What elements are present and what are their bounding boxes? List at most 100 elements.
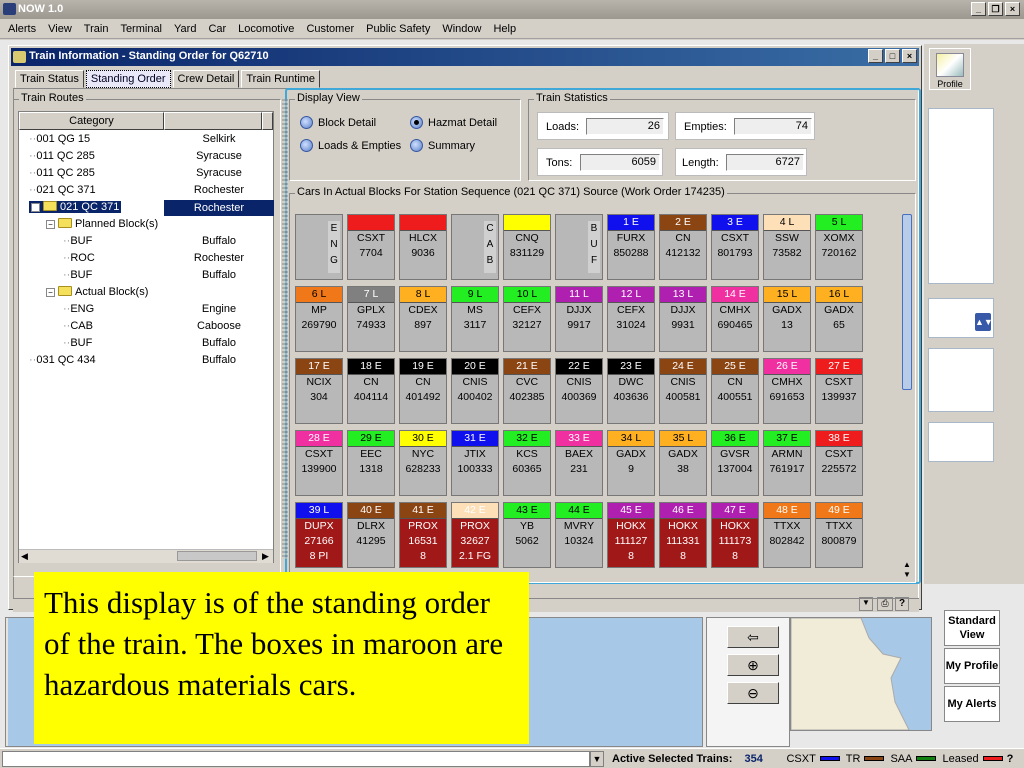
my-alerts-button[interactable]: My Alerts xyxy=(944,686,1000,722)
route-tree-row[interactable]: ··BUF Buffalo xyxy=(19,234,273,251)
route-tree-row[interactable]: ··BUF Buffalo xyxy=(19,336,273,353)
car-box[interactable]: 34 L GADX 9 xyxy=(607,430,655,496)
window-maximize-icon[interactable]: □ xyxy=(885,49,900,63)
car-box[interactable]: 33 E BAEX 231 xyxy=(555,430,603,496)
right-panel-dropdown[interactable]: ▲▼ xyxy=(928,298,994,338)
car-box[interactable]: 27 E CSXT 139937 xyxy=(815,358,863,424)
car-box[interactable]: 20 E CNIS 400402 xyxy=(451,358,499,424)
radio-block-detail[interactable]: Block Detail xyxy=(300,116,376,129)
collapse-icon[interactable]: − xyxy=(46,220,55,229)
scroll-left-icon[interactable]: ◀ xyxy=(21,551,28,562)
menu-locomotive[interactable]: Locomotive xyxy=(232,23,300,35)
route-tree-row[interactable]: ··ENG Engine xyxy=(19,302,273,319)
car-box[interactable]: CNQ 831129 xyxy=(503,214,551,280)
car-box[interactable]: 18 E CN 404114 xyxy=(347,358,395,424)
radio-hazmat-detail[interactable]: Hazmat Detail xyxy=(410,116,497,129)
status-dropdown-icon[interactable]: ▼ xyxy=(590,750,604,767)
car-box[interactable]: 13 L DJJX 9931 xyxy=(659,286,707,352)
bottom-dropdown-icon[interactable]: ▼ xyxy=(859,597,873,611)
car-box[interactable]: CSXT 7704 xyxy=(347,214,395,280)
car-box[interactable]: 25 E CN 400551 xyxy=(711,358,759,424)
scroll-right-icon[interactable]: ▶ xyxy=(262,551,269,562)
standard-view-button[interactable]: Standard View xyxy=(944,610,1000,646)
menu-car[interactable]: Car xyxy=(202,23,232,35)
hazmat-car-box[interactable]: 39 L DUPX 27166 8 PI xyxy=(295,502,343,568)
car-box[interactable]: 6 L MP 269790 xyxy=(295,286,343,352)
car-box[interactable]: 28 E CSXT 139900 xyxy=(295,430,343,496)
car-box[interactable]: 9 L MS 3117 xyxy=(451,286,499,352)
car-box[interactable]: 43 E YB 5062 xyxy=(503,502,551,568)
zoom-in-icon[interactable]: ⊕ xyxy=(727,654,779,676)
car-box[interactable]: 14 E CMHX 690465 xyxy=(711,286,759,352)
car-box[interactable]: 1 E FURX 850288 xyxy=(607,214,655,280)
collapse-icon[interactable]: − xyxy=(31,203,40,212)
cars-vscroll[interactable]: ▲ ▼ xyxy=(900,210,914,580)
car-box[interactable]: 17 E NCIX 304 xyxy=(295,358,343,424)
menu-alerts[interactable]: Alerts xyxy=(2,23,42,35)
tree-hscroll-thumb[interactable] xyxy=(177,551,257,561)
car-box[interactable]: 32 E KCS 60365 xyxy=(503,430,551,496)
zoom-out-icon[interactable]: ⊖ xyxy=(727,682,779,704)
menu-train[interactable]: Train xyxy=(78,23,115,35)
car-box[interactable]: 44 E MVRY 10324 xyxy=(555,502,603,568)
car-box[interactable]: 38 E CSXT 225572 xyxy=(815,430,863,496)
car-box[interactable]: 10 L CEFX 32127 xyxy=(503,286,551,352)
menu-customer[interactable]: Customer xyxy=(300,23,360,35)
cars-vscroll-thumb[interactable] xyxy=(902,214,912,390)
help-icon[interactable]: ? xyxy=(895,597,909,611)
collapse-icon[interactable]: − xyxy=(46,288,55,297)
menu-yard[interactable]: Yard xyxy=(168,23,202,35)
restore-icon[interactable]: ❐ xyxy=(988,2,1003,16)
status-help-icon[interactable]: ? xyxy=(1007,753,1014,765)
car-box[interactable]: 37 E ARMN 761917 xyxy=(763,430,811,496)
car-box[interactable]: 8 L CDEX 897 xyxy=(399,286,447,352)
route-tree-row[interactable]: − Actual Block(s) xyxy=(19,285,273,302)
hazmat-car-box[interactable]: 41 E PROX 16531 8 xyxy=(399,502,447,568)
route-tree-row[interactable]: ··BUF Buffalo xyxy=(19,268,273,285)
car-box[interactable]: 35 L GADX 38 xyxy=(659,430,707,496)
window-close-icon[interactable]: × xyxy=(902,49,917,63)
car-box[interactable]: 31 E JTIX 100333 xyxy=(451,430,499,496)
car-box[interactable]: 15 L GADX 13 xyxy=(763,286,811,352)
car-box[interactable]: CAB xyxy=(451,214,499,280)
dropdown-arrow-icon[interactable]: ▲▼ xyxy=(975,313,993,331)
radio-loads-empties[interactable]: Loads & Empties xyxy=(300,139,401,152)
category-column-header[interactable]: Category xyxy=(19,112,164,130)
radio-icon[interactable] xyxy=(300,116,313,129)
car-box[interactable]: 49 E TTXX 800879 xyxy=(815,502,863,568)
car-box[interactable]: 4 L SSW 73582 xyxy=(763,214,811,280)
radio-icon[interactable] xyxy=(410,139,423,152)
print-icon[interactable]: ⎙ xyxy=(877,597,893,611)
route-tree-row[interactable]: ··ROC Rochester xyxy=(19,251,273,268)
route-tree-row[interactable]: ··011 QC 285 Syracuse xyxy=(19,166,273,183)
tab-train-runtime[interactable]: Train Runtime xyxy=(241,70,321,88)
menu-help[interactable]: Help xyxy=(487,23,522,35)
radio-icon[interactable] xyxy=(300,139,313,152)
car-box[interactable]: 12 L CEFX 31024 xyxy=(607,286,655,352)
menu-terminal[interactable]: Terminal xyxy=(114,23,168,35)
hazmat-car-box[interactable]: 47 E HOKX 111173 8 xyxy=(711,502,759,568)
close-icon[interactable]: × xyxy=(1005,2,1020,16)
scroll-down-icon[interactable]: ▼ xyxy=(903,570,911,579)
tree-hscroll[interactable]: ◀ ▶ xyxy=(19,549,273,563)
car-box[interactable]: 23 E DWC 403636 xyxy=(607,358,655,424)
overview-map[interactable] xyxy=(790,617,932,731)
car-box[interactable]: BUF xyxy=(555,214,603,280)
route-tree-row[interactable]: ··001 QG 15 Selkirk xyxy=(19,132,273,149)
car-box[interactable]: 36 E GVSR 137004 xyxy=(711,430,759,496)
route-tree-row[interactable]: ··011 QC 285 Syracuse xyxy=(19,149,273,166)
car-box[interactable]: 5 L XOMX 720162 xyxy=(815,214,863,280)
car-box[interactable]: 19 E CN 401492 xyxy=(399,358,447,424)
car-box[interactable]: 29 E EEC 1318 xyxy=(347,430,395,496)
back-arrow-icon[interactable]: ⇦ xyxy=(727,626,779,648)
car-box[interactable]: 2 E CN 412132 xyxy=(659,214,707,280)
status-combo[interactable] xyxy=(2,750,590,767)
my-profile-button[interactable]: My Profile xyxy=(944,648,1000,684)
car-box[interactable]: 21 E CVC 402385 xyxy=(503,358,551,424)
scroll-up-icon[interactable]: ▲ xyxy=(903,560,911,569)
tab-crew-detail[interactable]: Crew Detail xyxy=(172,70,240,88)
menu-view[interactable]: View xyxy=(42,23,78,35)
hazmat-car-box[interactable]: 45 E HOKX 111127 8 xyxy=(607,502,655,568)
radio-summary[interactable]: Summary xyxy=(410,139,475,152)
car-box[interactable]: 40 E DLRX 41295 xyxy=(347,502,395,568)
